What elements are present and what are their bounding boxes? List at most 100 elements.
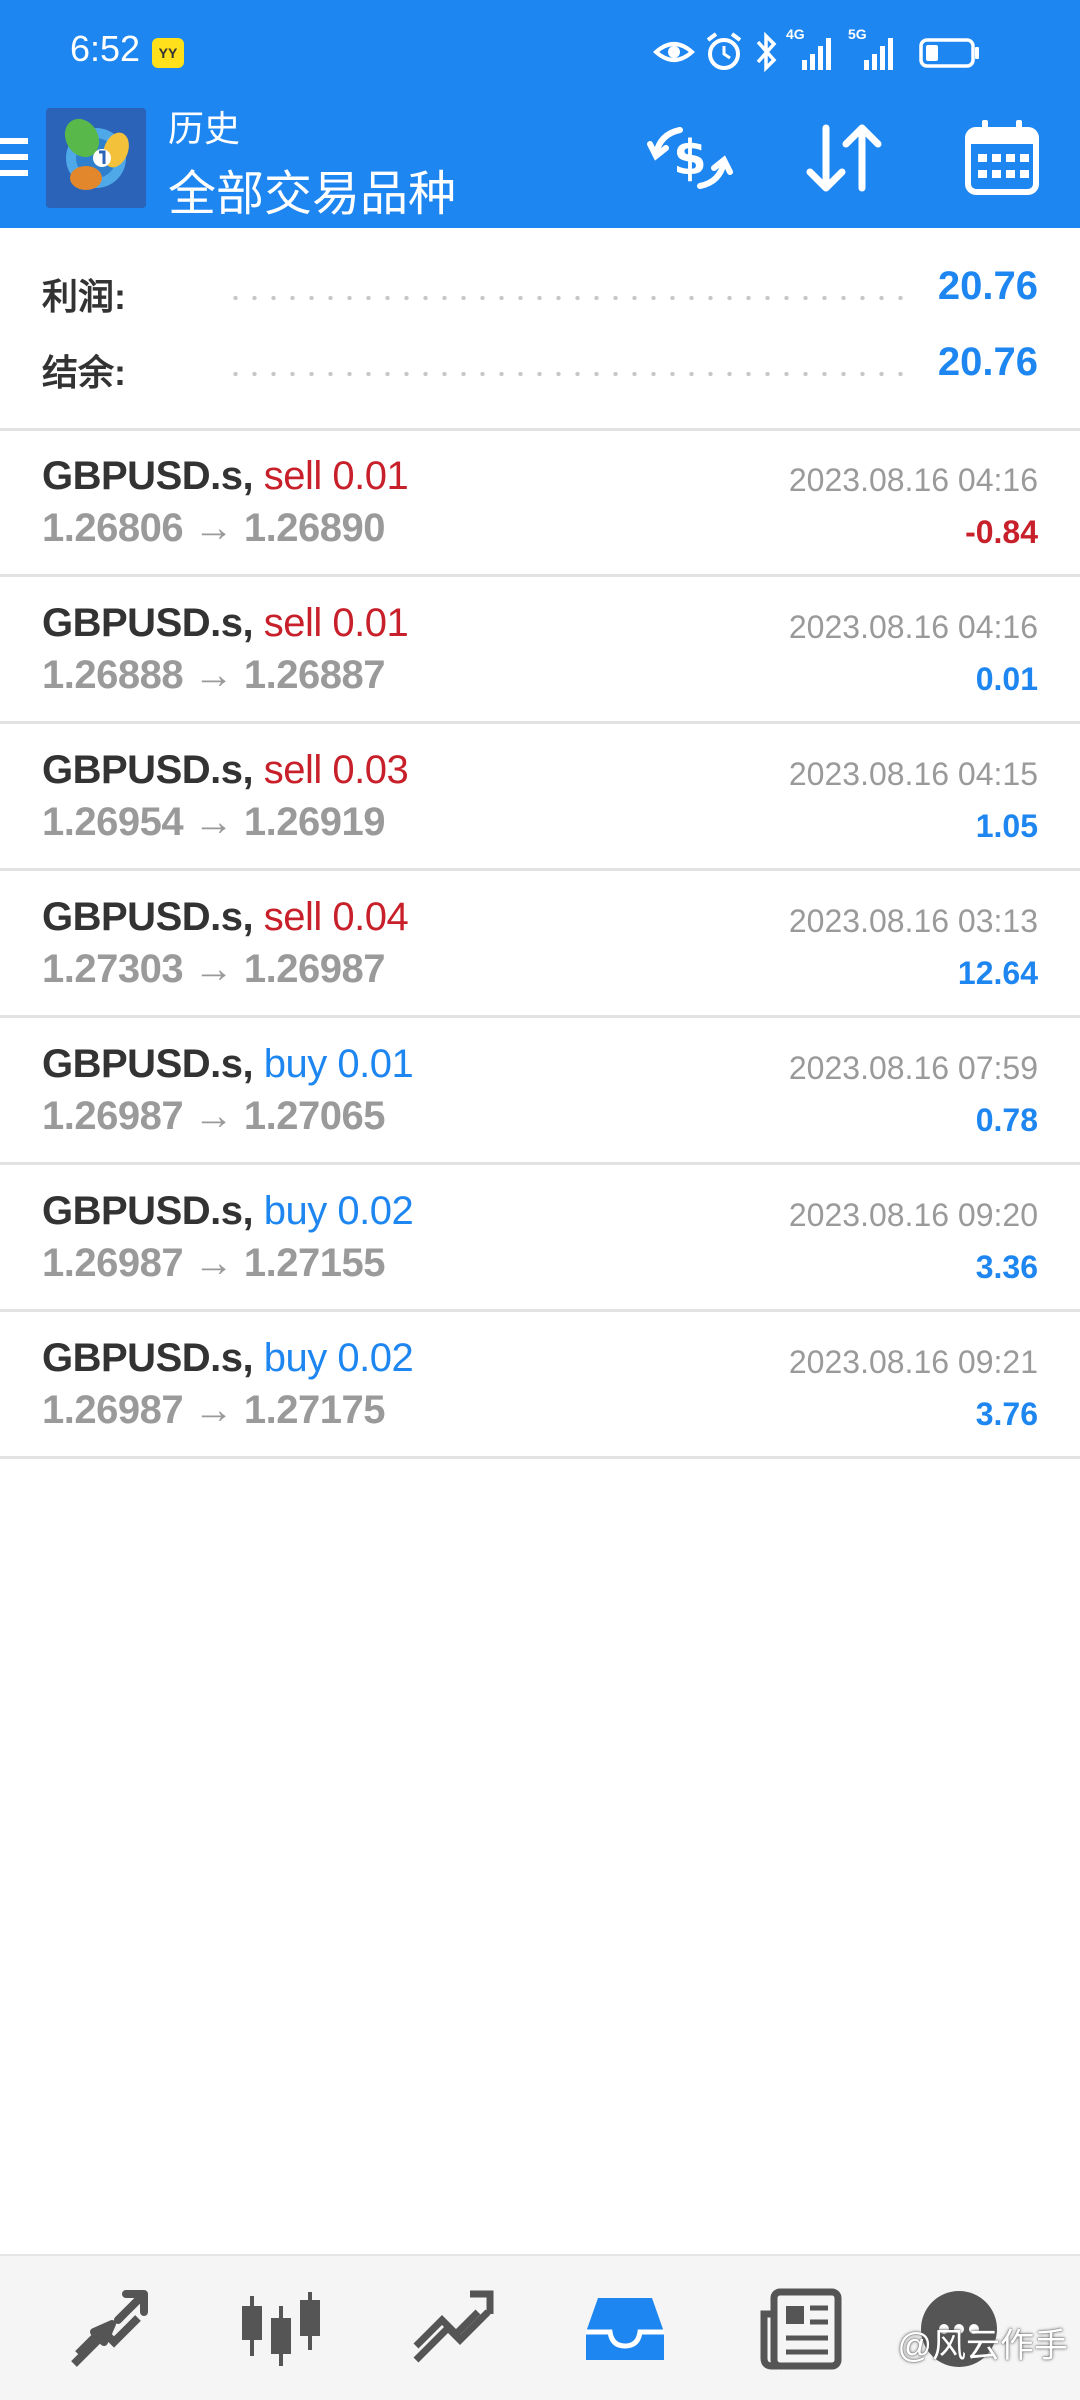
arrow-icon: → [193,506,234,550]
trade-symbol: GBPUSD.s, buy 0.02 [42,1336,414,1381]
quotes-icon[interactable] [64,2284,154,2374]
balance-label: 结余: [42,352,126,393]
app-bar: 历史 全部交易品种 $ [0,100,1080,228]
trade-symbol: GBPUSD.s, buy 0.01 [42,1042,414,1087]
status-time: 6:52 [70,28,141,69]
trade-prices: 1.26987 → 1.27155 [42,1241,385,1286]
status-icons: 4G 5G [652,26,1012,74]
open-price: 1.27303 [42,947,184,991]
arrow-icon: → [193,1388,234,1432]
trade-side: sell 0.01 [263,601,409,645]
summary-panel: 利润: 20.76 结余: 20.76 [0,228,1080,430]
trade-row[interactable]: GBPUSD.s, sell 0.03 1.26954 → 1.26919 2023… [0,724,1080,871]
app-root: 6:52 YY 4G 5G 历史 全部交易品种 $ 利润: 20.76 结余: … [0,0,1080,2400]
trade-row[interactable]: GBPUSD.s, buy 0.02 1.26987 → 1.27155 2023.… [0,1165,1080,1312]
open-price: 1.26806 [42,506,184,550]
trade-profit: 1.05 [975,808,1038,844]
trade-prices: 1.26987 → 1.27175 [42,1388,385,1433]
trade-time: 2023.08.16 09:21 [788,1344,1038,1380]
trade-icon[interactable] [408,2284,498,2374]
watermark: @风云作手 [897,2327,1068,2365]
symbol-name: GBPUSD.s, [42,454,254,498]
open-price: 1.26888 [42,653,184,697]
app-logo-icon [46,108,146,208]
calendar-icon[interactable] [958,114,1046,202]
trade-row[interactable]: GBPUSD.s, buy 0.01 1.26987 → 1.27065 2023.… [0,1018,1080,1165]
bluetooth-icon [756,31,777,73]
arrow-icon: → [193,1241,234,1285]
history-inbox-icon[interactable] [580,2284,670,2374]
profit-value: 20.76 [937,264,1038,308]
trade-profit: 3.36 [975,1249,1038,1285]
trade-row[interactable]: GBPUSD.s, sell 0.01 1.26806 → 1.26890 2023… [0,430,1080,577]
trade-list: GBPUSD.s, sell 0.01 1.26806 → 1.26890 2023… [0,430,1080,1459]
arrow-icon: → [193,947,234,991]
sort-icon[interactable] [800,114,888,202]
profit-row: 利润: 20.76 [0,258,1080,328]
trade-side: sell 0.03 [263,748,409,792]
currency-swap-icon[interactable]: $ [646,114,734,202]
trade-side: sell 0.04 [263,895,409,939]
open-price: 1.26987 [42,1241,184,1285]
open-price: 1.26954 [42,800,184,844]
trade-symbol: GBPUSD.s, buy 0.02 [42,1189,414,1234]
trade-profit: 0.78 [975,1102,1038,1138]
arrow-icon: → [193,653,234,697]
open-price: 1.26987 [42,1388,184,1432]
arrow-icon: → [193,800,234,844]
trade-time: 2023.08.16 03:13 [788,903,1038,939]
symbol-name: GBPUSD.s, [42,1336,254,1380]
balance-row: 结余: 20.76 [0,334,1080,404]
menu-icon[interactable] [0,132,34,192]
symbol-name: GBPUSD.s, [42,601,254,645]
trade-profit: 12.64 [957,955,1038,991]
symbol-filter[interactable]: 全部交易品种 [168,154,456,224]
bottom-nav: @风云作手 [0,2254,1080,2400]
trade-row[interactable]: GBPUSD.s, buy 0.02 1.26987 → 1.27175 2023.… [0,1312,1080,1459]
alarm-icon [706,32,742,70]
arrow-icon: → [193,1094,234,1138]
profit-label: 利润: [42,276,126,317]
news-icon[interactable] [756,2284,846,2374]
chart-candles-icon[interactable] [236,2284,326,2374]
close-price: 1.26987 [243,947,386,991]
trade-prices: 1.26888 → 1.26887 [42,653,385,698]
dotted-leader [226,372,912,376]
trade-row[interactable]: GBPUSD.s, sell 0.04 1.27303 → 1.26987 2023… [0,871,1080,1018]
page-title: 历史 [168,108,241,149]
symbol-name: GBPUSD.s, [42,895,254,939]
trade-side: sell 0.01 [263,454,409,498]
trade-time: 2023.08.16 09:20 [788,1197,1038,1233]
trade-side: buy 0.02 [263,1189,414,1233]
close-price: 1.26887 [243,653,386,697]
close-price: 1.27175 [243,1388,386,1432]
trade-profit: 0.01 [975,661,1038,697]
signal-icon [802,38,831,70]
symbol-name: GBPUSD.s, [42,1042,254,1086]
close-price: 1.26890 [243,506,386,550]
close-price: 1.26919 [243,800,386,844]
trade-time: 2023.08.16 04:16 [788,609,1038,645]
trade-time: 2023.08.16 04:16 [788,462,1038,498]
dotted-leader [226,296,912,300]
trade-symbol: GBPUSD.s, sell 0.03 [42,748,409,793]
trade-row[interactable]: GBPUSD.s, sell 0.01 1.26888 → 1.26887 2023… [0,577,1080,724]
trade-symbol: GBPUSD.s, sell 0.04 [42,895,409,940]
trade-time: 2023.08.16 07:59 [788,1050,1038,1086]
trade-profit: 3.76 [975,1396,1038,1432]
close-price: 1.27155 [243,1241,386,1285]
yy-badge-icon: YY [152,38,184,68]
trade-prices: 1.26987 → 1.27065 [42,1094,385,1139]
trade-prices: 1.26806 → 1.26890 [42,506,385,551]
open-price: 1.26987 [42,1094,184,1138]
trade-symbol: GBPUSD.s, sell 0.01 [42,601,409,646]
status-bar: 6:52 YY 4G 5G [0,0,1080,100]
eye-icon [652,42,696,62]
trade-time: 2023.08.16 04:15 [788,756,1038,792]
trade-symbol: GBPUSD.s, sell 0.01 [42,454,409,499]
balance-value: 20.76 [937,340,1038,384]
symbol-name: GBPUSD.s, [42,1189,254,1233]
symbol-name: GBPUSD.s, [42,748,254,792]
svg-text:$: $ [673,130,706,186]
trade-prices: 1.27303 → 1.26987 [42,947,385,992]
